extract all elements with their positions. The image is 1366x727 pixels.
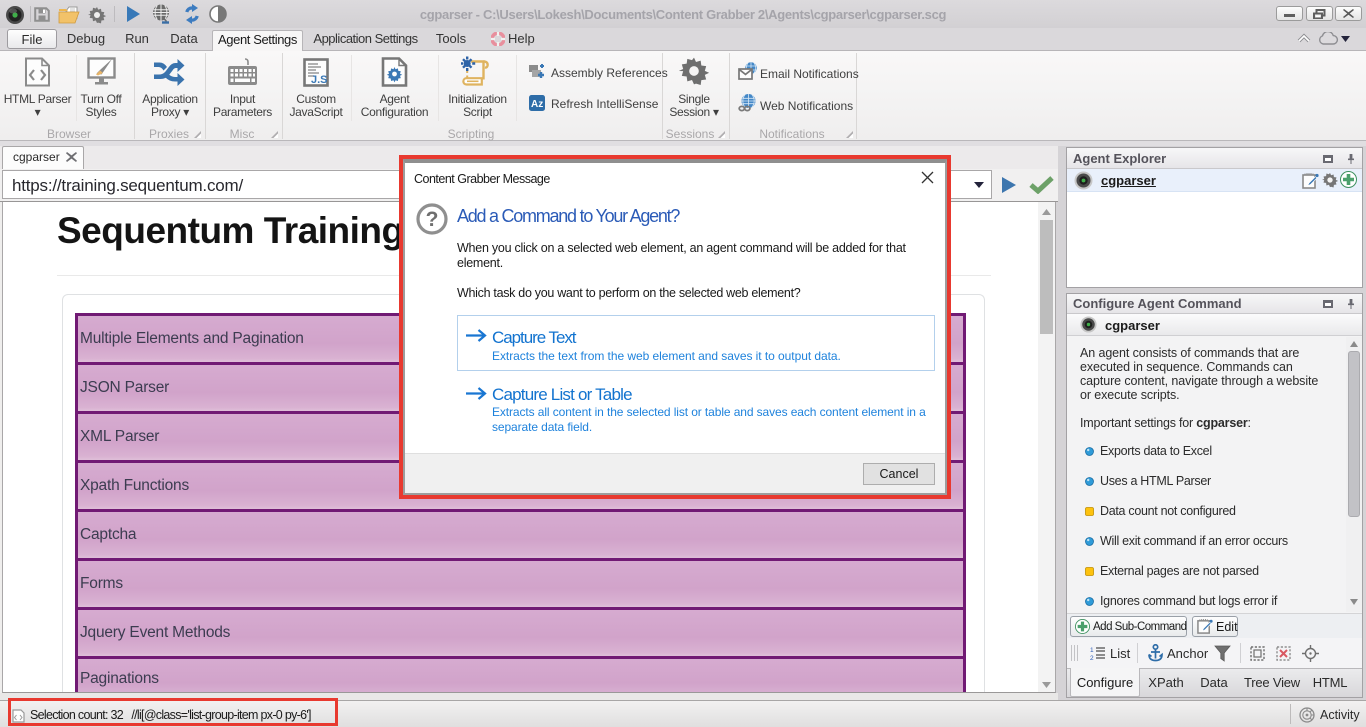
svg-text:2: 2 — [1090, 655, 1094, 661]
svg-text:Az: Az — [531, 99, 543, 110]
svg-text:J.S: J.S — [311, 74, 328, 86]
svg-text:1: 1 — [1090, 647, 1094, 654]
svg-text:?: ? — [426, 208, 439, 231]
